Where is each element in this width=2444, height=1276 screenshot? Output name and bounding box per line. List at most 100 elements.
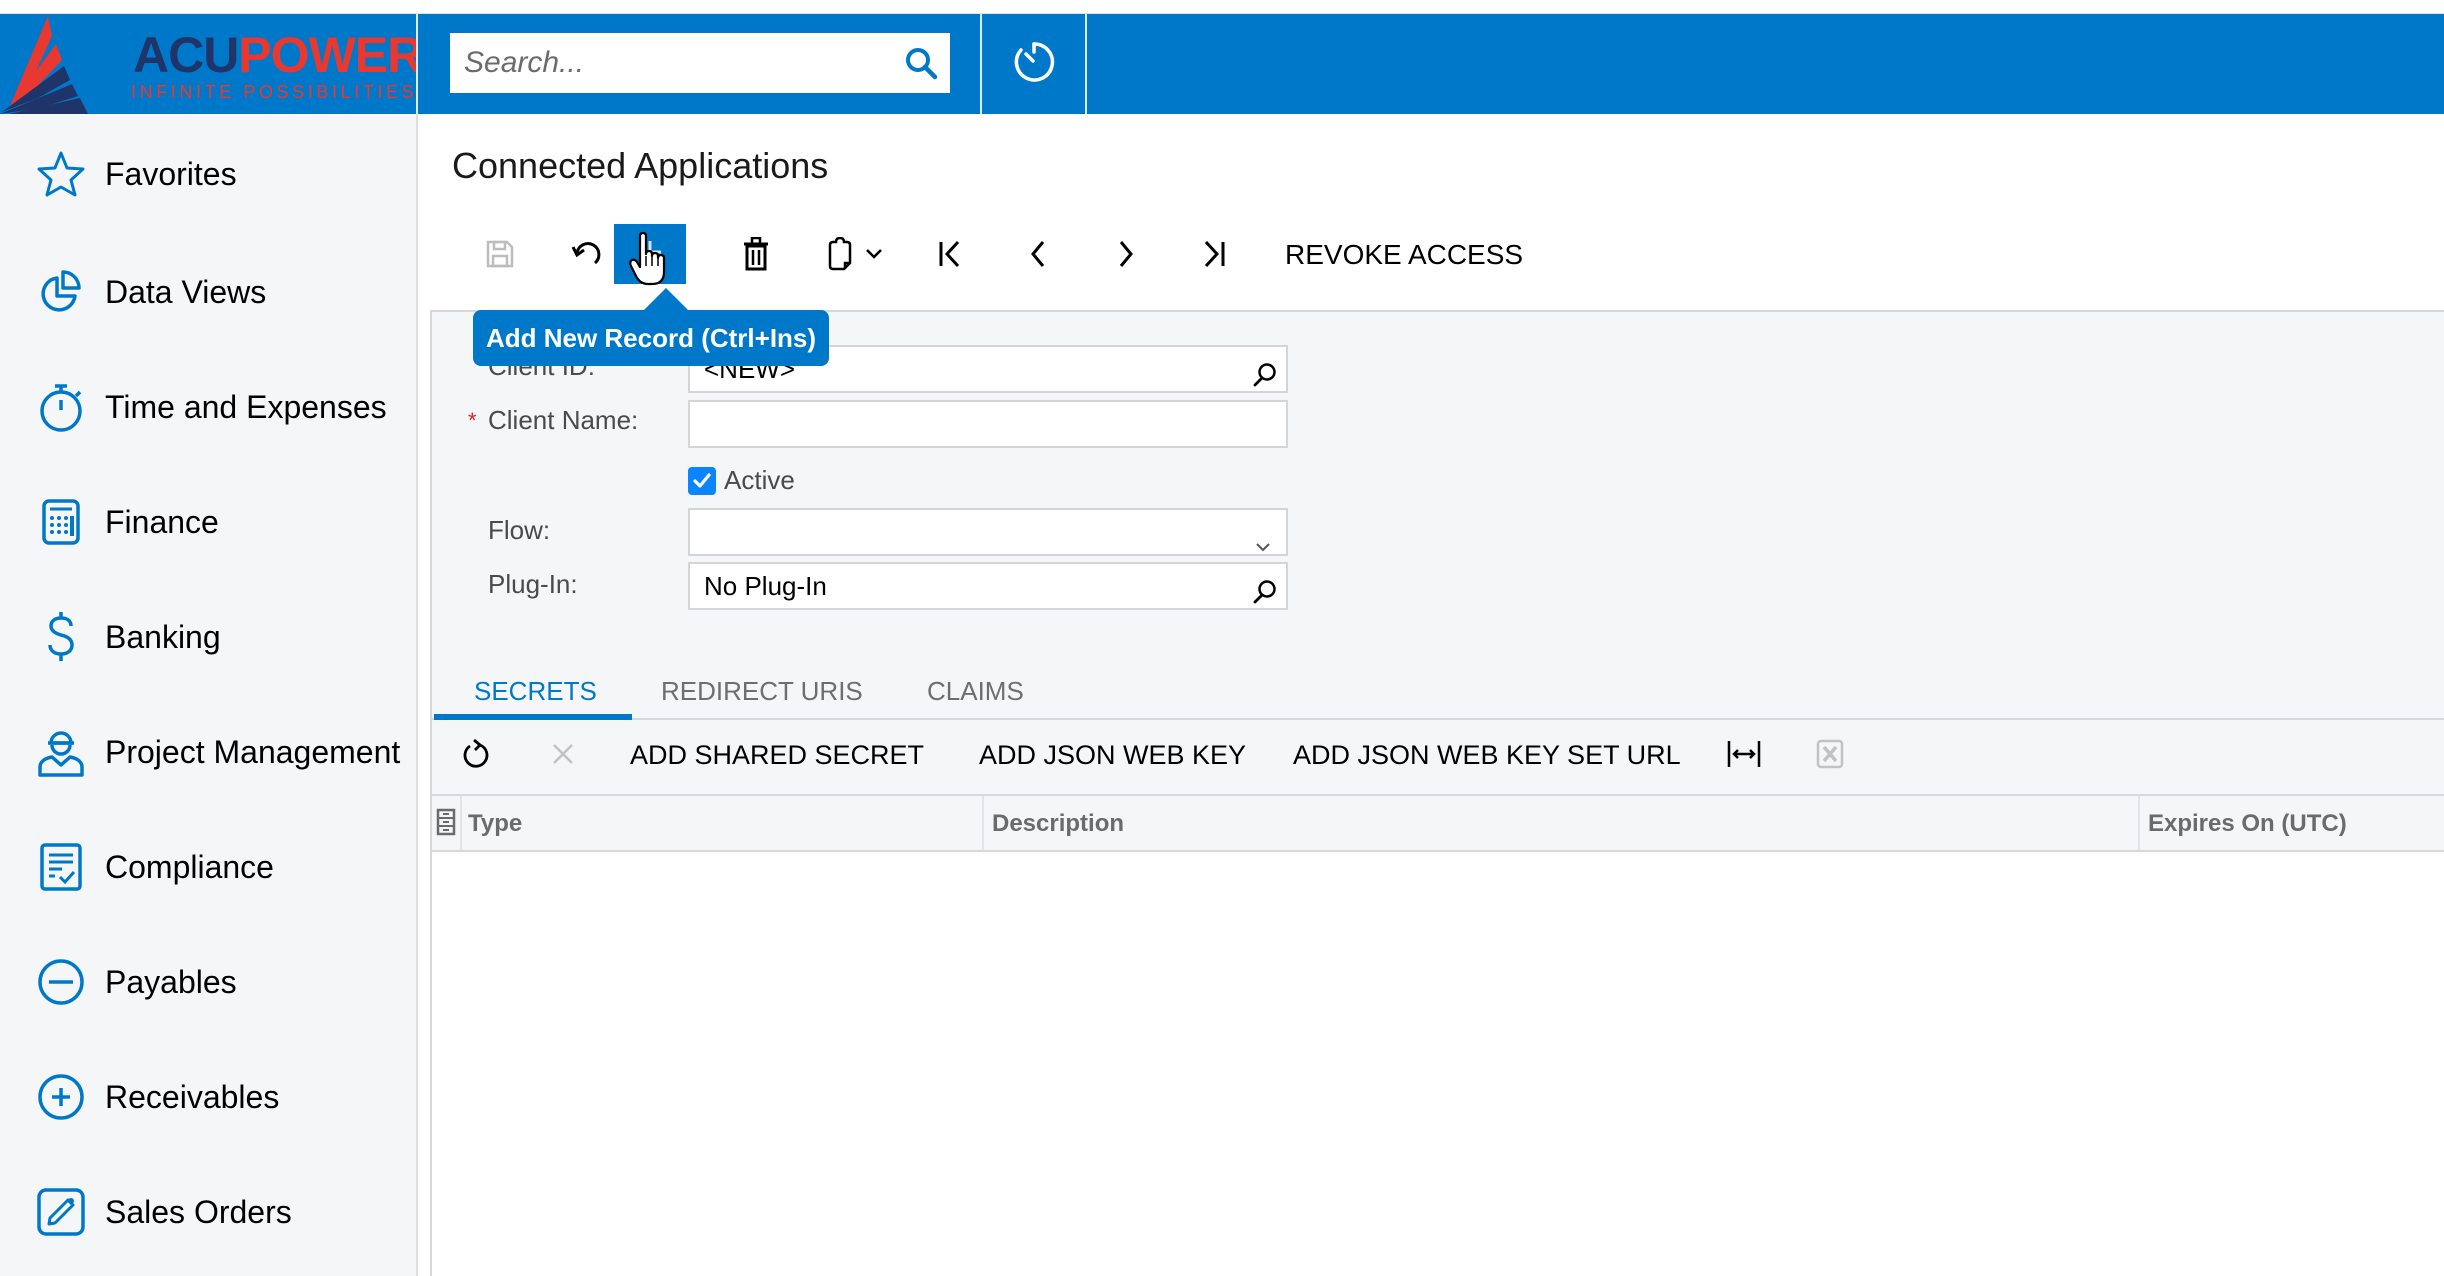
tab-redirect-uris[interactable]: REDIRECT URIS — [661, 676, 863, 707]
plugin-value: No Plug-In — [704, 571, 827, 601]
search-icon[interactable] — [904, 46, 938, 80]
column-header-type[interactable]: Type — [468, 810, 522, 838]
previous-record-button[interactable] — [1002, 226, 1074, 286]
refresh-button[interactable] — [458, 738, 494, 774]
edit-icon — [36, 1187, 86, 1237]
chevron-left-icon — [1028, 239, 1048, 274]
timer-button[interactable] — [982, 14, 1085, 114]
client-name-field[interactable] — [688, 400, 1288, 448]
sidebar-item-sales-orders[interactable]: Sales Orders — [0, 1172, 416, 1252]
chevron-down-icon[interactable] — [1252, 523, 1278, 552]
clipboard-icon — [826, 236, 854, 276]
fit-columns-button[interactable] — [1726, 738, 1762, 774]
lookup-icon[interactable] — [1252, 574, 1278, 604]
stopwatch-icon — [36, 382, 86, 432]
checklist-icon — [36, 842, 86, 892]
fit-width-icon — [1727, 739, 1761, 774]
last-page-icon — [1200, 239, 1228, 274]
flow-select[interactable] — [688, 508, 1288, 556]
grid-body — [432, 852, 2444, 1276]
logo-power: POWER — [238, 27, 418, 83]
clipboard-dropdown[interactable] — [854, 226, 894, 286]
delete-row-button[interactable] — [545, 738, 581, 774]
client-name-label: Client Name: — [488, 405, 639, 435]
sidebar-item-label: Time and Expenses — [105, 388, 387, 425]
sidebar-item-receivables[interactable]: Receivables — [0, 1057, 416, 1137]
search-box — [450, 33, 950, 93]
sidebar-item-label: Data Views — [105, 273, 267, 310]
excel-icon — [1816, 739, 1844, 774]
checkmark-icon — [693, 473, 711, 488]
sidebar-item-project-management[interactable]: Project Management — [0, 712, 416, 792]
dollar-icon — [36, 612, 86, 662]
tooltip: Add New Record (Ctrl+Ins) — [473, 310, 829, 366]
calculator-icon — [36, 497, 86, 547]
plus-circle-icon — [36, 1072, 86, 1122]
sidebar-item-label: Compliance — [105, 848, 274, 885]
sidebar-item-banking[interactable]: Banking — [0, 597, 416, 677]
sidebar-item-compliance[interactable]: Compliance — [0, 827, 416, 907]
logo-wordmark: ACUPOWER — [133, 27, 418, 83]
column-separator[interactable] — [2138, 796, 2140, 850]
revoke-access-button[interactable]: REVOKE ACCESS — [1285, 239, 1523, 271]
sidebar: Favorites Data Views Time and Expenses F… — [0, 114, 418, 1276]
required-mark: * — [468, 408, 477, 433]
sidebar-item-time-and-expenses[interactable]: Time and Expenses — [0, 367, 416, 447]
sidebar-item-label: Receivables — [105, 1078, 280, 1115]
page-title: Connected Applications — [452, 145, 829, 186]
logo-triangle-icon — [0, 16, 88, 114]
grid-header: Type Description Expires On (UTC) — [432, 794, 2444, 852]
sidebar-item-finance[interactable]: Finance — [0, 482, 416, 562]
lookup-icon[interactable] — [1252, 357, 1278, 387]
add-json-web-key-button[interactable]: ADD JSON WEB KEY — [979, 740, 1246, 771]
sidebar-item-favorites[interactable]: Favorites — [0, 134, 416, 214]
sidebar-item-label: Payables — [105, 963, 237, 1000]
chevron-down-icon — [865, 247, 883, 265]
pie-chart-icon — [36, 267, 86, 317]
undo-icon — [571, 239, 605, 274]
column-header-description[interactable]: Description — [992, 810, 1124, 838]
next-record-button[interactable] — [1090, 226, 1162, 286]
active-checkbox[interactable] — [688, 467, 716, 495]
logo[interactable]: ACUPOWER INFINITE POSSIBILITIES — [0, 14, 418, 114]
logo-acu: ACU — [133, 27, 239, 83]
add-json-web-key-set-url-button[interactable]: ADD JSON WEB KEY SET URL — [1293, 740, 1681, 771]
logo-tagline: INFINITE POSSIBILITIES — [131, 82, 418, 102]
form-toolbar: REVOKE ACCESS — [420, 224, 2444, 300]
tab-bar: SECRETS REDIRECT URIS CLAIMS — [432, 676, 2444, 716]
main-content: Connected Applications REVOKE ACCESS Cli… — [420, 114, 2444, 1276]
tab-secrets[interactable]: SECRETS — [474, 676, 597, 707]
plugin-field[interactable]: No Plug-In — [688, 562, 1288, 610]
grid-toolbar: ADD SHARED SECRET ADD JSON WEB KEY ADD J… — [432, 720, 2444, 794]
star-icon — [36, 149, 86, 199]
column-separator[interactable] — [982, 796, 984, 850]
first-page-icon — [936, 239, 964, 274]
delete-button[interactable] — [720, 226, 792, 286]
tab-claims[interactable]: CLAIMS — [927, 676, 1024, 707]
active-label[interactable]: Active — [724, 465, 795, 496]
sidebar-item-label: Favorites — [105, 155, 237, 192]
sidebar-item-data-views[interactable]: Data Views — [0, 252, 416, 332]
column-header-expires-on[interactable]: Expires On (UTC) — [2148, 810, 2347, 838]
export-excel-button[interactable] — [1812, 738, 1848, 774]
worker-icon — [36, 727, 86, 777]
search-input[interactable] — [450, 33, 890, 93]
add-shared-secret-button[interactable]: ADD SHARED SECRET — [630, 740, 924, 771]
sidebar-item-label: Sales Orders — [105, 1193, 292, 1230]
sidebar-item-label: Banking — [105, 618, 221, 655]
last-record-button[interactable] — [1178, 226, 1250, 286]
minus-circle-icon — [36, 957, 86, 1007]
sidebar-item-label: Project Management — [105, 733, 401, 770]
header-divider — [1085, 14, 1087, 114]
save-button[interactable] — [464, 226, 536, 286]
top-header: ACUPOWER INFINITE POSSIBILITIES — [0, 14, 2444, 114]
plugin-label: Plug-In: — [488, 569, 578, 599]
save-icon — [485, 239, 515, 274]
refresh-icon — [461, 738, 491, 775]
column-chooser-icon[interactable] — [436, 808, 456, 841]
window-top-strip — [0, 0, 2444, 14]
form-panel: Client ID: <NEW> * Client Name: Active F… — [430, 310, 2444, 1276]
close-icon — [550, 741, 576, 772]
first-record-button[interactable] — [914, 226, 986, 286]
sidebar-item-payables[interactable]: Payables — [0, 942, 416, 1022]
